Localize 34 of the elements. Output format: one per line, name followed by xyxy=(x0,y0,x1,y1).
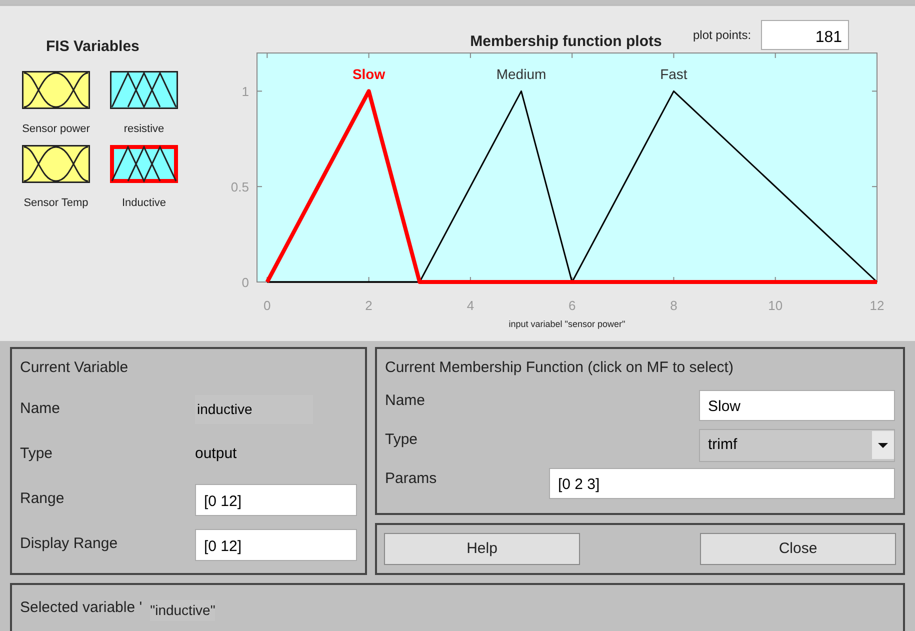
chart-title: Membership function plots xyxy=(470,33,662,50)
x-tick-label: 8 xyxy=(670,298,678,313)
y-tick-label: 0.5 xyxy=(230,180,249,195)
field-label: Params xyxy=(385,468,438,488)
x-axis-label: input variabel "sensor power" xyxy=(508,319,626,329)
x-tick-label: 12 xyxy=(870,298,884,313)
panel-title: Current Variable xyxy=(20,358,130,378)
field-label: Display Range xyxy=(20,534,119,554)
x-tick-label: 6 xyxy=(568,298,576,313)
type-value: output xyxy=(195,444,237,464)
x-tick-label: 4 xyxy=(466,298,474,313)
panel-title: FIS Variables xyxy=(46,37,140,57)
x-tick-label: 0 xyxy=(264,298,271,313)
variable-label: Sensor Temp xyxy=(24,196,88,211)
field-label: Type xyxy=(385,430,419,450)
curve-label: Medium xyxy=(496,66,546,82)
status-value: "inductive" xyxy=(150,600,216,621)
status-label: Selected variable ' xyxy=(20,598,142,618)
curve-label: Fast xyxy=(660,66,688,82)
field-label: Type xyxy=(20,444,54,464)
panel-title: Current Membership Function (click on MF to select) xyxy=(385,358,734,378)
variable-label: Sensor power xyxy=(22,122,90,136)
name-value: inductive xyxy=(195,395,313,424)
curve-label: Slow xyxy=(352,66,386,82)
field-label: Name xyxy=(20,399,62,420)
field-label: Range xyxy=(20,489,66,510)
y-tick-label: 0 xyxy=(242,275,249,290)
variable-label: Inductive xyxy=(122,196,166,211)
plot-points-label: plot points: xyxy=(693,27,752,44)
x-tick-label: 10 xyxy=(768,298,783,313)
x-tick-label: 2 xyxy=(365,298,372,313)
y-tick-label: 1 xyxy=(242,84,249,100)
field-label: Name xyxy=(385,390,426,410)
variable-label: resistive xyxy=(124,122,164,136)
